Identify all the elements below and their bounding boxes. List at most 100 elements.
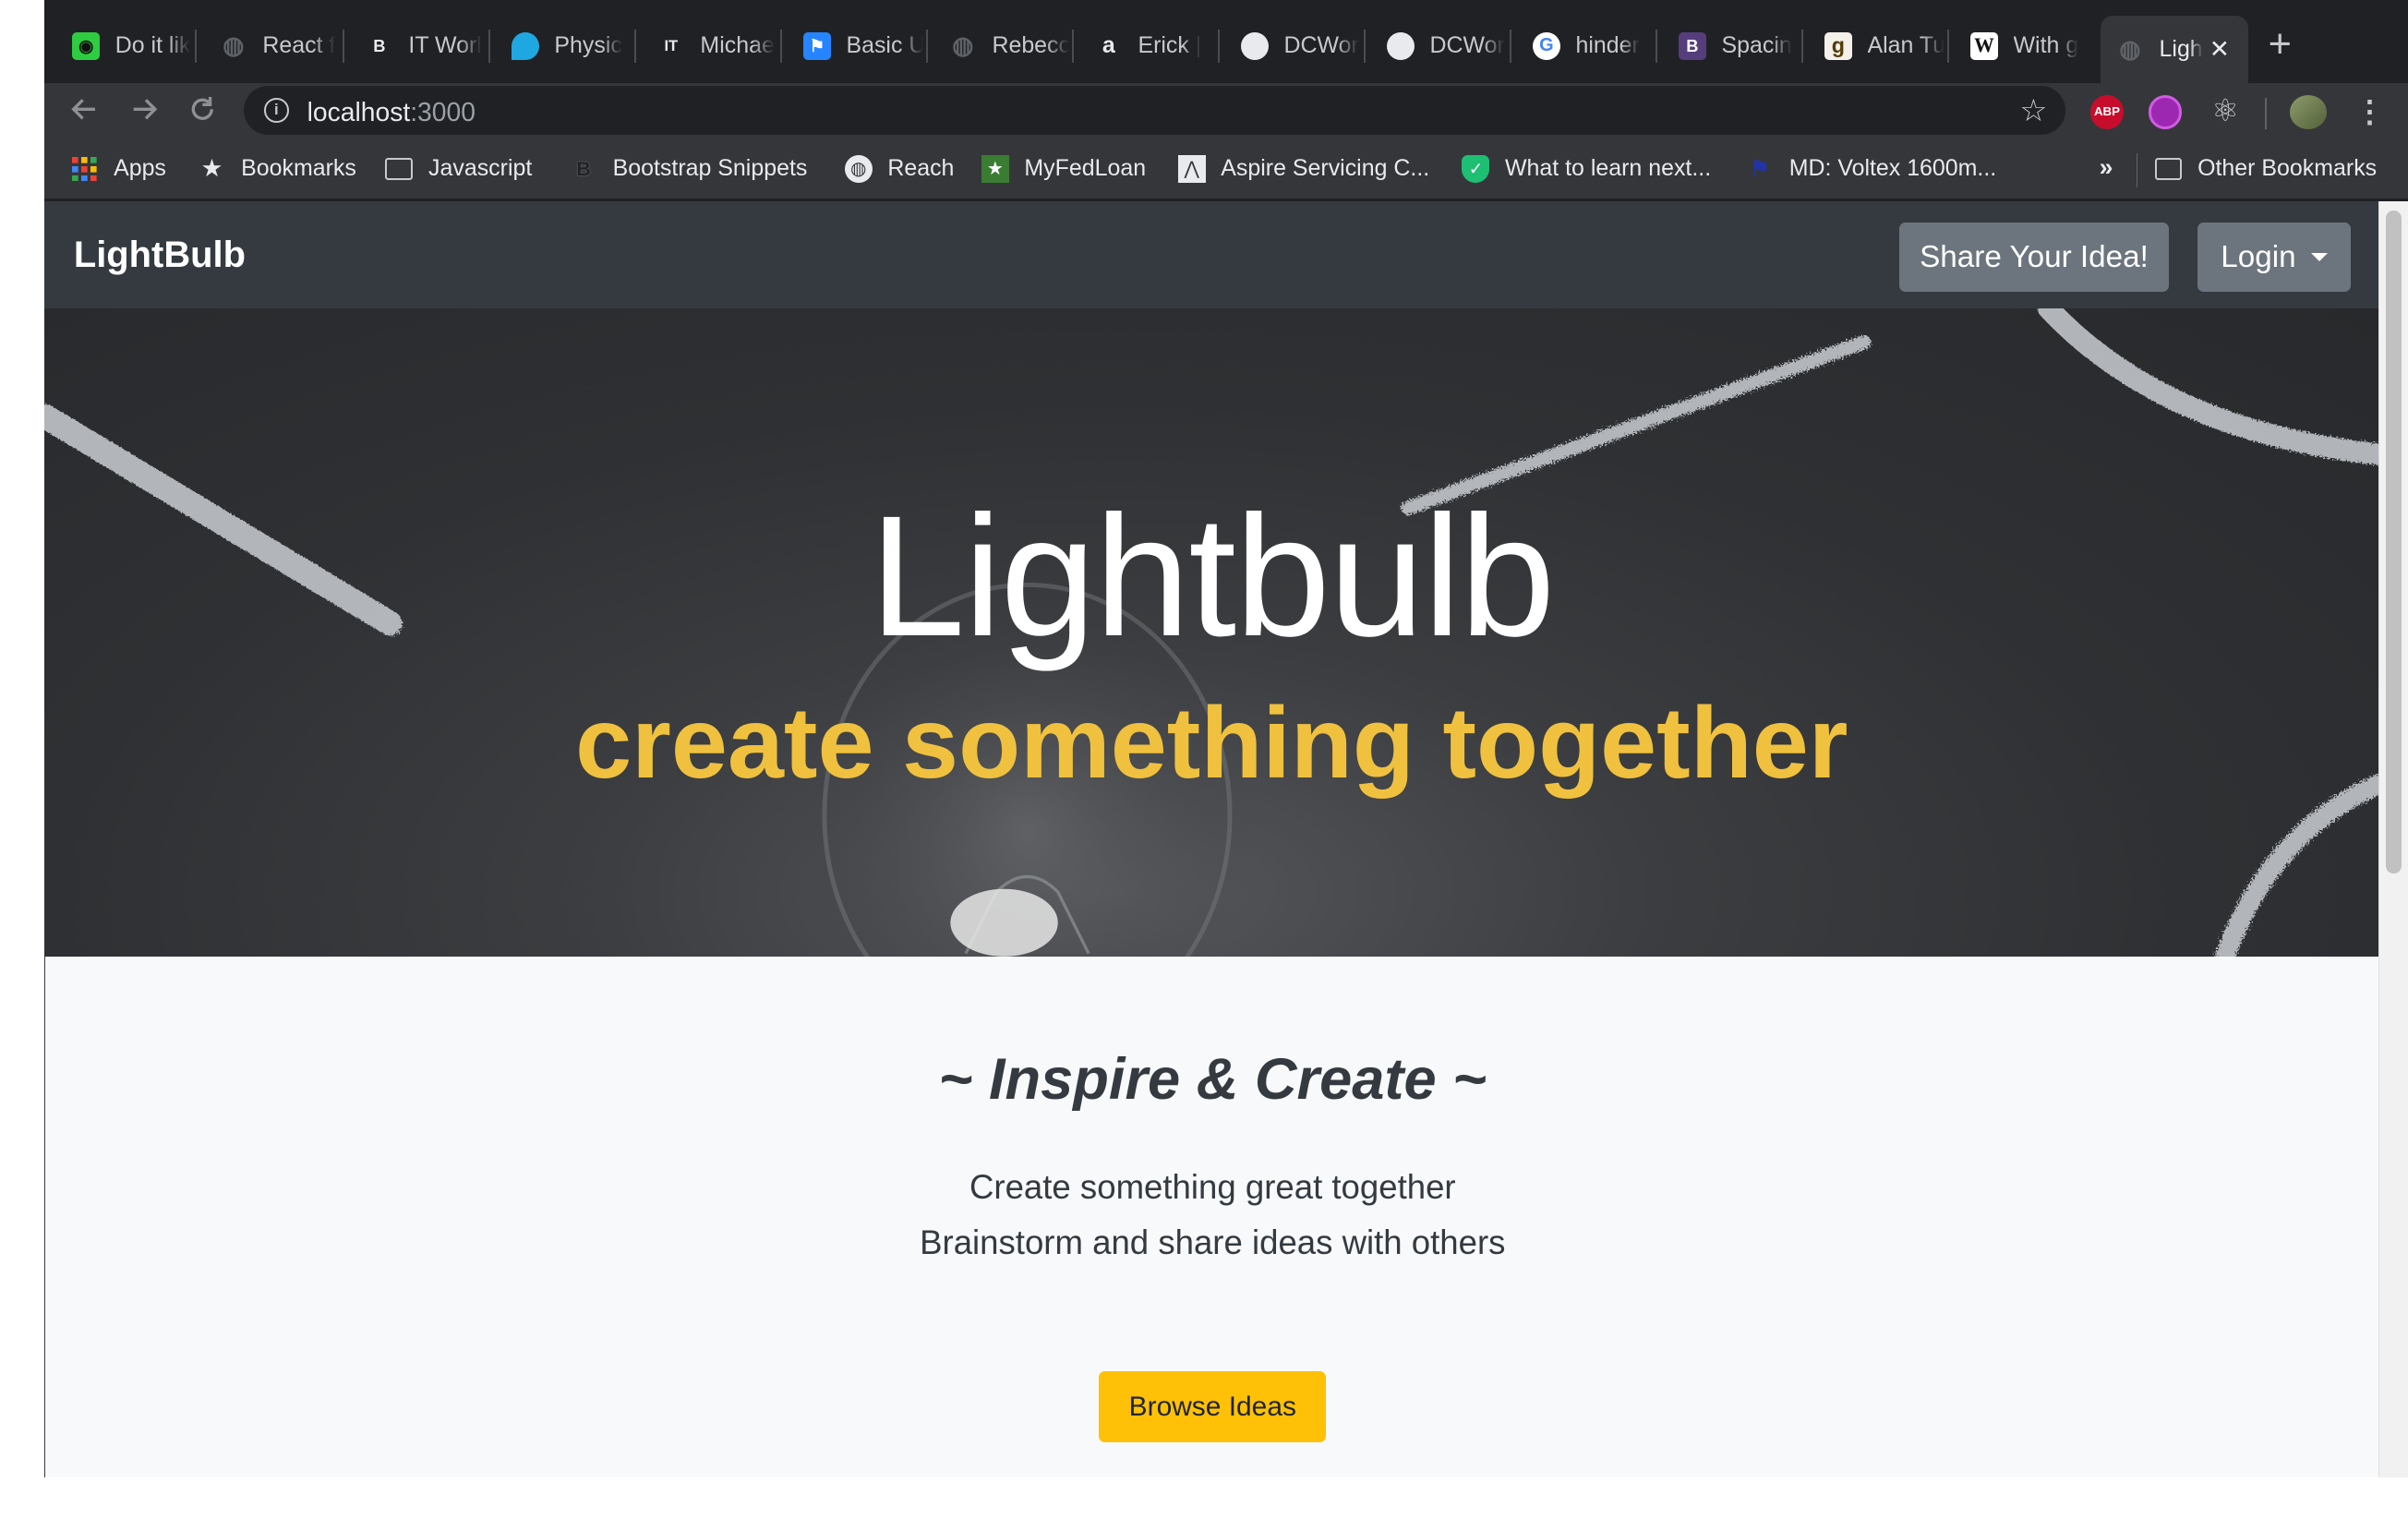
forward-button[interactable]	[125, 92, 164, 132]
bookmark-what-to-learn[interactable]: ✓ What to learn next...	[1462, 154, 1712, 183]
reload-icon	[191, 96, 214, 120]
bookmark-star-icon[interactable]: ☆	[2019, 92, 2047, 129]
bookmark-javascript[interactable]: Javascript	[385, 155, 532, 183]
bookmark-label: MyFedLoan	[1024, 155, 1147, 182]
tab-title: DCWor	[1283, 32, 1359, 59]
bookmark-other-bookmarks[interactable]: Other Bookmarks	[2154, 155, 2378, 183]
bootstrap-icon: B	[1678, 31, 1706, 60]
tab-title: With g	[2013, 32, 2079, 59]
tab-physics[interactable]: Physic	[496, 16, 631, 78]
react-devtools-icon[interactable]: ⚛	[2209, 94, 2243, 129]
globe-icon: ◍	[2119, 34, 2141, 63]
globe-icon: ◍	[223, 31, 245, 60]
abp-icon[interactable]: ABP	[2089, 95, 2125, 129]
tab-basic[interactable]: ⚑ Basic U	[788, 16, 923, 78]
tab-alan[interactable]: g Alan Tu	[1809, 16, 1944, 78]
tab-title: Alan Tu	[1867, 32, 1944, 59]
star-badge-icon: ★	[981, 154, 1009, 183]
tab-title: Michae	[700, 32, 775, 59]
login-dropdown-button[interactable]: Login	[2197, 223, 2352, 292]
bookmark-label: Other Bookmarks	[2197, 155, 2378, 182]
section-heading: ~ Inspire & Create ~	[938, 1046, 1487, 1112]
tab-separator	[195, 29, 197, 64]
bookmark-label: Bookmarks	[241, 155, 356, 182]
tab-lightbulb-active[interactable]: ◍ Ligh ✕	[2101, 15, 2249, 83]
tab-title: Rebecc	[992, 32, 1069, 59]
toolbar-separator	[2265, 98, 2267, 129]
site-navbar: LightBulb Share Your Idea! Login	[44, 200, 2379, 309]
tab-separator	[1363, 29, 1366, 64]
tab-title: Spacin	[1721, 32, 1792, 59]
scrollbar[interactable]	[2378, 200, 2408, 1478]
bookmark-label: What to learn next...	[1504, 155, 1712, 182]
tab-separator	[1071, 29, 1074, 64]
tab-it-world[interactable]: B IT Worl	[350, 16, 485, 78]
tab-with-g[interactable]: W With g	[1955, 16, 2089, 78]
b-letter-icon: B	[365, 31, 393, 60]
tab-separator	[342, 29, 344, 64]
share-idea-button[interactable]: Share Your Idea!	[1899, 223, 2169, 292]
purple-ext-icon[interactable]	[2148, 95, 2183, 129]
more-menu-icon[interactable]: ⋮	[2354, 92, 2385, 132]
arrow-left-icon	[71, 98, 96, 120]
profile-avatar[interactable]	[2289, 95, 2327, 129]
tab-hinder[interactable]: G hinder	[1517, 16, 1652, 78]
tab-separator	[488, 29, 490, 64]
tab-separator	[1509, 29, 1511, 64]
tab-title: React f	[262, 32, 336, 59]
brand-logo[interactable]: LightBulb	[74, 235, 246, 276]
address-bar[interactable]: i localhost:3000 ☆	[244, 86, 2066, 136]
amazon-a-icon: a	[1102, 32, 1115, 59]
folder-icon	[2154, 155, 2183, 183]
goodreads-icon: g	[1824, 31, 1852, 60]
tab-react[interactable]: ◍ React f	[204, 16, 339, 78]
bookmark-reach[interactable]: ◍ Reach	[844, 154, 955, 183]
scrollbar-thumb[interactable]	[2386, 210, 2402, 874]
bookmark-label: Apps	[114, 155, 166, 182]
tab-title: Do it lik	[114, 32, 191, 59]
bookmark-apps[interactable]: Apps	[71, 155, 166, 183]
url-port: :3000	[410, 96, 476, 126]
tab-spacing[interactable]: B Spacin	[1663, 16, 1798, 78]
new-tab-button[interactable]: +	[2269, 24, 2292, 65]
bookmark-bookmarks[interactable]: ★ Bookmarks	[199, 154, 356, 183]
url-text[interactable]: localhost:3000	[307, 97, 476, 127]
wikipedia-icon: W	[1969, 31, 1998, 60]
bookmark-label: Javascript	[428, 155, 533, 182]
bookmark-voltex[interactable]: ⚑ MD: Voltex 1600m...	[1746, 155, 1996, 183]
tab-michael[interactable]: IT Michae	[642, 16, 777, 78]
tab-title: Ligh	[2159, 35, 2203, 62]
bookmark-bootstrap-snippets[interactable]: B Bootstrap Snippets	[570, 154, 808, 183]
tab-title: Basic U	[846, 32, 923, 59]
tab-dcworld-2[interactable]: DCWor	[1371, 16, 1506, 78]
google-icon: G	[1532, 31, 1560, 60]
tab-separator	[1801, 29, 1803, 64]
tab-title: Erick |	[1138, 32, 1202, 59]
back-button[interactable]	[65, 92, 104, 132]
tab-rebecca[interactable]: ◍ Rebecc	[933, 16, 1068, 78]
bookmark-label: Reach	[887, 155, 955, 182]
tab-do-it[interactable]: ◉ Do it lik	[57, 16, 192, 78]
browser-toolbar: i localhost:3000 ☆ ABP ⚛ ⋮	[44, 82, 2408, 142]
tab-title: DCWor	[1429, 32, 1505, 59]
bookmark-myfedloan[interactable]: ★ MyFedLoan	[981, 154, 1147, 183]
browse-ideas-button[interactable]: Browse Ideas	[1099, 1371, 1327, 1442]
tab-separator	[779, 29, 782, 64]
bookmark-label: Bootstrap Snippets	[612, 155, 808, 182]
close-tab-icon[interactable]: ✕	[2209, 35, 2230, 64]
bubble-icon	[511, 31, 539, 60]
globe-icon: ◍	[952, 31, 974, 60]
reload-button[interactable]	[183, 92, 223, 132]
more-bookmarks-chevron-icon[interactable]: »	[2100, 153, 2113, 182]
bookmark-aspire[interactable]: ⋀ Aspire Servicing C...	[1177, 154, 1429, 183]
info-icon[interactable]: i	[264, 98, 289, 124]
hero-subtitle: create something together	[575, 686, 1848, 800]
tab-separator	[1217, 29, 1220, 64]
flag-icon: ⚑	[802, 31, 831, 60]
login-label: Login	[2221, 239, 2296, 274]
tab-erick[interactable]: a Erick |	[1079, 16, 1214, 78]
browser-window: ◉ Do it lik ◍ React f B IT Worl Physic I…	[44, 0, 2408, 1478]
tab-dcworld-1[interactable]: DCWor	[1225, 16, 1360, 78]
tab-title: IT Worl	[408, 32, 482, 59]
mountain-icon: ⋀	[1177, 154, 1206, 183]
